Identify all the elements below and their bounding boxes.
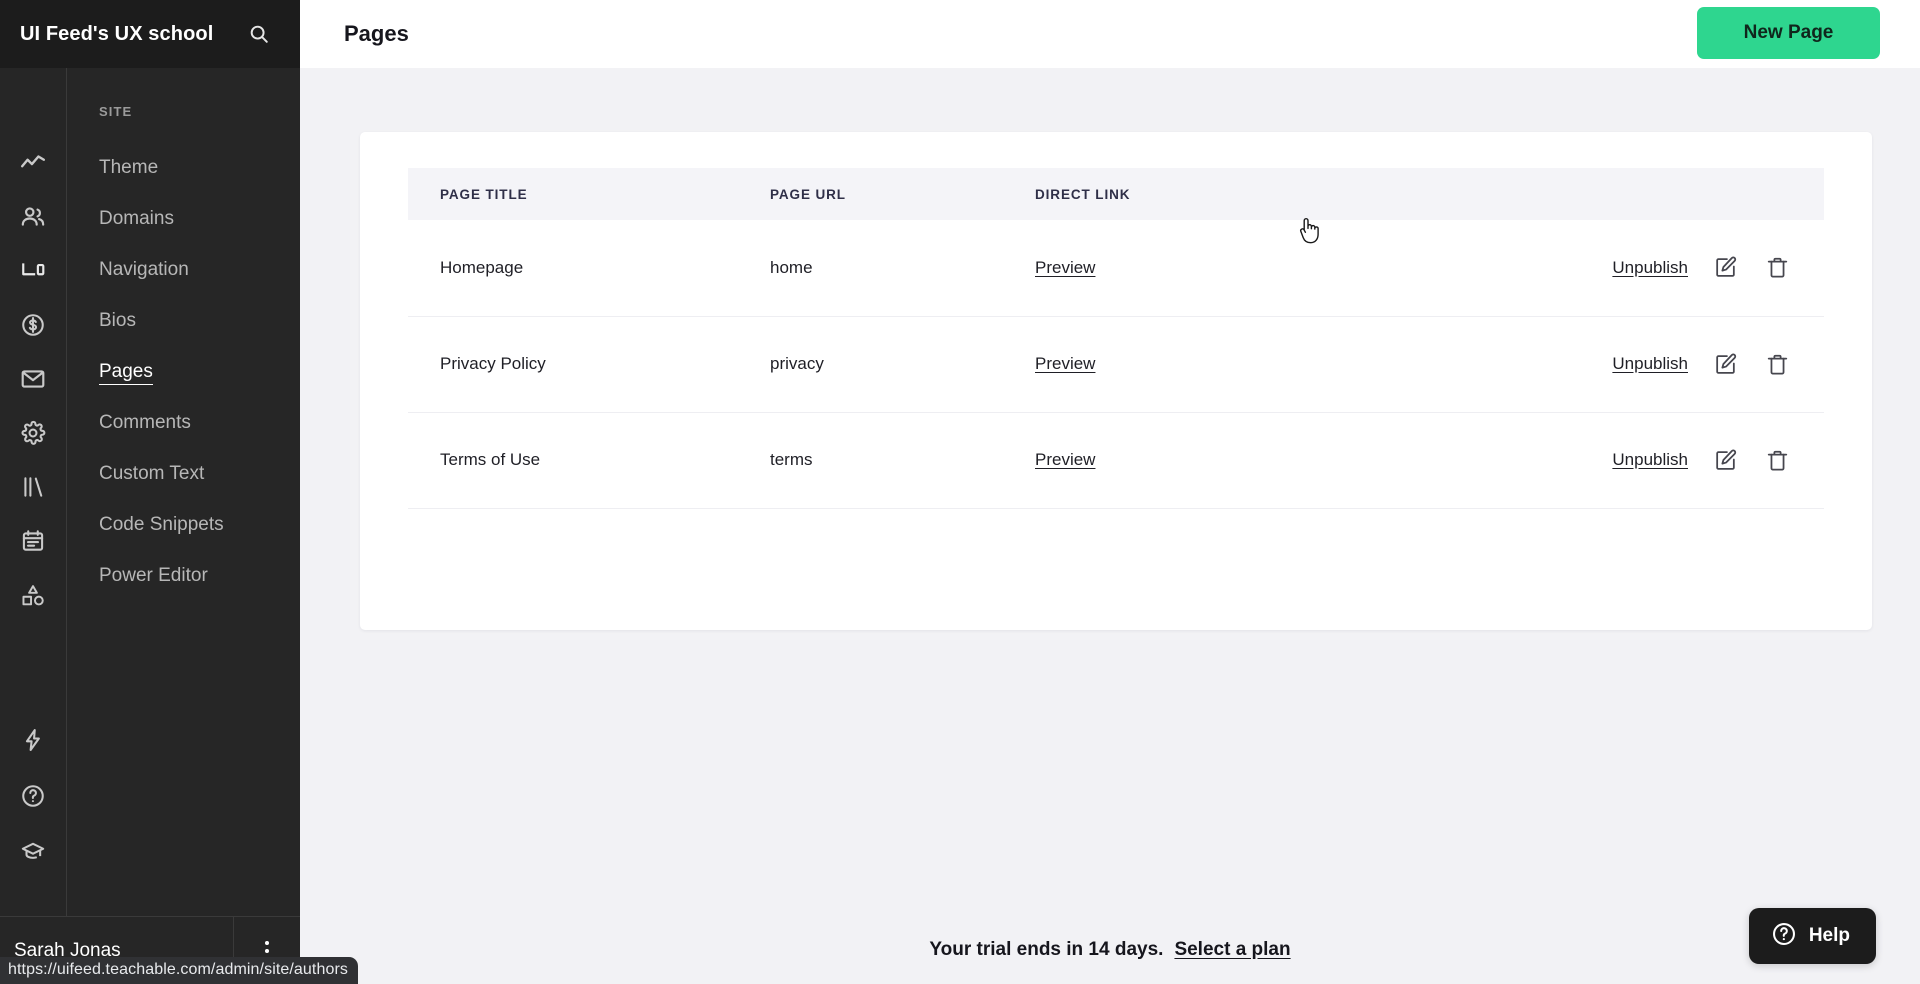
sidebar-item-comments[interactable]: Comments	[67, 397, 300, 448]
help-label: Help	[1808, 925, 1850, 946]
content-area: PAGE TITLE PAGE URL DIRECT LINK Homepage…	[300, 68, 1920, 984]
sidebar-item-label: Comments	[99, 412, 191, 433]
pages-table: PAGE TITLE PAGE URL DIRECT LINK Homepage…	[408, 168, 1824, 509]
table-row: Terms of Use terms Preview Unpublish	[408, 412, 1824, 509]
left-navigation-panel: UI Feed's UX school SITE Theme Domains N…	[0, 0, 359, 984]
table-body: Homepage home Preview Unpublish Privacy …	[408, 220, 1824, 509]
trash-icon[interactable]	[1762, 445, 1792, 475]
sidebar-item-bios[interactable]: Bios	[67, 295, 300, 346]
sidebar-item-domains[interactable]: Domains	[67, 193, 300, 244]
status-bar-url: https://uifeed.teachable.com/admin/site/…	[0, 957, 359, 984]
icon-rail	[0, 68, 67, 984]
nav-body: SITE Theme Domains Navigation Bios Pages…	[0, 68, 300, 984]
sidebar-item-label: Pages	[99, 361, 153, 385]
cell-direct-link: Preview	[1003, 220, 1268, 317]
sidebar-item-label: Power Editor	[99, 565, 208, 586]
cell-page-url: terms	[738, 412, 1003, 509]
unpublish-link[interactable]: Unpublish	[1612, 354, 1688, 374]
help-circle-icon[interactable]	[13, 776, 53, 816]
table-row: Homepage home Preview Unpublish	[408, 220, 1824, 317]
sidebar-item-theme[interactable]: Theme	[67, 142, 300, 193]
app-root: UI Feed's UX school SITE Theme Domains N…	[0, 0, 1920, 984]
site-submenu: SITE Theme Domains Navigation Bios Pages…	[67, 68, 300, 984]
cell-actions: Unpublish	[1268, 412, 1824, 509]
unpublish-link[interactable]: Unpublish	[1612, 258, 1688, 278]
column-header-page-url: PAGE URL	[738, 168, 1003, 220]
column-header-page-title: PAGE TITLE	[408, 168, 738, 220]
edit-pencil-icon[interactable]	[1710, 445, 1740, 475]
sidebar-item-label: Theme	[99, 157, 159, 178]
cell-page-title: Terms of Use	[408, 412, 738, 509]
cell-direct-link: Preview	[1003, 412, 1268, 509]
cell-page-url: privacy	[738, 316, 1003, 413]
sidebar-item-label: Code Snippets	[99, 514, 224, 535]
icon-rail-top-group	[13, 68, 53, 629]
main-content: Pages New Page PAGE TITLE PAGE URL DIREC…	[300, 0, 1920, 984]
library-icon[interactable]	[13, 467, 53, 507]
settings-gear-icon[interactable]	[13, 413, 53, 453]
calendar-icon[interactable]	[13, 521, 53, 561]
page-header: Pages New Page	[300, 0, 1920, 68]
sidebar-item-label: Navigation	[99, 259, 189, 280]
new-page-button[interactable]: New Page	[1697, 7, 1880, 59]
select-a-plan-link[interactable]: Select a plan	[1174, 939, 1290, 961]
edit-pencil-icon[interactable]	[1710, 349, 1740, 379]
preview-link[interactable]: Preview	[1035, 354, 1095, 373]
help-button[interactable]: Help	[1748, 908, 1876, 964]
submenu-items: Theme Domains Navigation Bios Pages Comm…	[67, 142, 300, 601]
sidebar-item-label: Bios	[99, 310, 136, 331]
sidebar-item-navigation[interactable]: Navigation	[67, 244, 300, 295]
column-header-direct-link: DIRECT LINK	[1003, 168, 1268, 220]
graduation-cap-icon[interactable]	[13, 832, 53, 872]
icon-rail-bottom-group	[0, 720, 66, 888]
help-circle-icon	[1771, 921, 1797, 952]
sidebar-item-custom-text[interactable]: Custom Text	[67, 448, 300, 499]
cell-actions: Unpublish	[1268, 220, 1824, 317]
table-header-row: PAGE TITLE PAGE URL DIRECT LINK	[408, 168, 1824, 220]
preview-link[interactable]: Preview	[1035, 450, 1095, 469]
column-header-actions	[1268, 168, 1824, 220]
sidebar-item-power-editor[interactable]: Power Editor	[67, 550, 300, 601]
pages-table-wrapper: PAGE TITLE PAGE URL DIRECT LINK Homepage…	[360, 132, 1872, 509]
trash-icon[interactable]	[1762, 253, 1792, 283]
table-head: PAGE TITLE PAGE URL DIRECT LINK	[408, 168, 1824, 220]
brand-title: UI Feed's UX school	[20, 22, 214, 45]
site-icon[interactable]	[13, 251, 53, 291]
page-title: Pages	[344, 21, 409, 46]
users-icon[interactable]	[13, 197, 53, 237]
shapes-icon[interactable]	[13, 575, 53, 615]
pages-card: PAGE TITLE PAGE URL DIRECT LINK Homepage…	[360, 132, 1872, 630]
cell-direct-link: Preview	[1003, 316, 1268, 413]
table-row: Privacy Policy privacy Preview Unpublish	[408, 316, 1824, 413]
analytics-icon[interactable]	[13, 143, 53, 183]
submenu-heading: SITE	[99, 104, 133, 119]
search-icon[interactable]	[246, 21, 272, 47]
cell-page-title: Homepage	[408, 220, 738, 317]
preview-link[interactable]: Preview	[1035, 258, 1095, 277]
cell-page-url: home	[738, 220, 1003, 317]
sidebar-item-label: Domains	[99, 208, 174, 229]
email-icon[interactable]	[13, 359, 53, 399]
row-actions: Unpublish	[1268, 253, 1816, 283]
trial-banner: Your trial ends in 14 days. Select a pla…	[300, 916, 1920, 984]
cell-actions: Unpublish	[1268, 316, 1824, 413]
lightning-bolt-icon[interactable]	[13, 720, 53, 760]
sales-icon[interactable]	[13, 305, 53, 345]
unpublish-link[interactable]: Unpublish	[1612, 450, 1688, 470]
cell-page-title: Privacy Policy	[408, 316, 738, 413]
sidebar-item-label: Custom Text	[99, 463, 205, 484]
trash-icon[interactable]	[1762, 349, 1792, 379]
sidebar-item-code-snippets[interactable]: Code Snippets	[67, 499, 300, 550]
trial-text: Your trial ends in 14 days.	[929, 939, 1164, 960]
edit-pencil-icon[interactable]	[1710, 253, 1740, 283]
sidebar-item-pages[interactable]: Pages	[67, 346, 300, 397]
row-actions: Unpublish	[1268, 445, 1816, 475]
row-actions: Unpublish	[1268, 349, 1816, 379]
brand-bar: UI Feed's UX school	[0, 0, 300, 68]
